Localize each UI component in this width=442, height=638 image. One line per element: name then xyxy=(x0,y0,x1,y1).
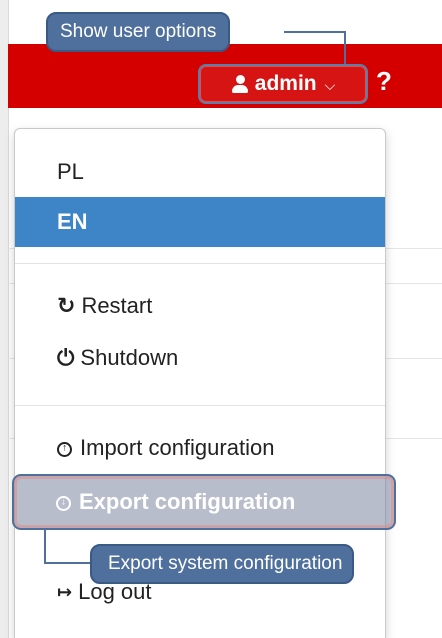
menu-item-import-configuration[interactable]: ↑ Import configuration xyxy=(15,423,385,473)
tooltip-connector xyxy=(284,31,346,34)
tooltip-text: Export system configuration xyxy=(108,553,343,574)
power-icon: ⏻ xyxy=(57,345,75,371)
menu-item-label: Shutdown xyxy=(80,345,179,370)
screen: admin ⌵ ? Show user options PL EN ↻ Rest… xyxy=(0,0,442,638)
circle-down-arrow-icon: ↓ xyxy=(56,495,71,511)
tooltip-show-user-options: Show user options xyxy=(46,12,231,52)
menu-divider xyxy=(15,405,385,406)
tooltip-export-system-configuration: Export system configuration xyxy=(90,544,355,584)
sign-out-icon: ↦ xyxy=(57,581,73,603)
tooltip-text: Show user options xyxy=(60,21,217,42)
menu-item-language-en[interactable]: EN xyxy=(15,197,385,247)
menu-item-label: EN xyxy=(57,209,88,234)
menu-item-restart[interactable]: ↻ Restart xyxy=(15,281,385,331)
menu-item-language-pl[interactable]: PL xyxy=(15,147,385,197)
user-menu-button[interactable]: admin ⌵ xyxy=(198,64,368,104)
chevron-down-icon: ⌵ xyxy=(324,76,336,93)
menu-item-label: PL xyxy=(57,159,84,184)
tooltip-connector xyxy=(44,528,47,564)
circle-up-arrow-icon: ↑ xyxy=(57,441,72,457)
export-configuration-content[interactable]: ↓ Export configuration xyxy=(12,477,396,527)
user-menu-label: admin xyxy=(254,72,317,95)
menu-item-label: Restart xyxy=(81,293,153,318)
help-icon[interactable]: ? xyxy=(376,66,392,97)
user-icon xyxy=(231,74,249,94)
tooltip-connector xyxy=(344,31,347,64)
menu-item-label: Import configuration xyxy=(80,435,275,460)
tooltip-connector xyxy=(44,562,92,565)
menu-item-label: Export configuration xyxy=(79,489,296,514)
menu-item-shutdown[interactable]: ⏻ Shutdown xyxy=(15,333,385,383)
menu-divider xyxy=(15,263,385,264)
refresh-icon: ↻ xyxy=(57,293,76,319)
